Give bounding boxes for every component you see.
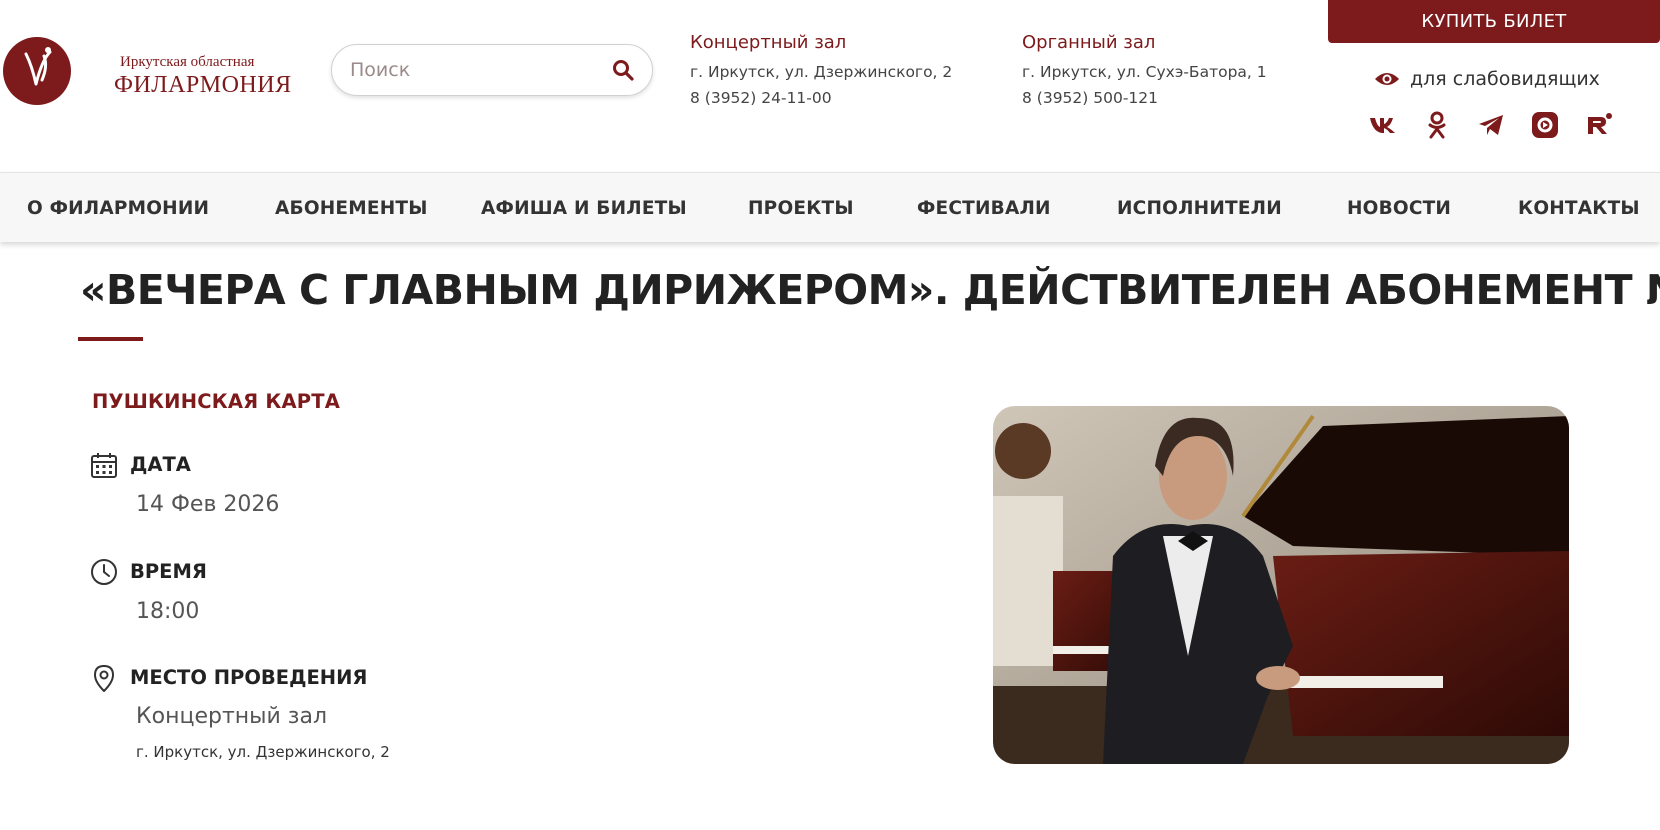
pianist-photo-image xyxy=(993,406,1569,764)
venue-address: г. Иркутск, ул. Сухэ-Батора, 1 xyxy=(1022,63,1267,81)
accessibility-toggle[interactable]: для слабовидящих xyxy=(1374,68,1600,90)
nav-item-projects[interactable]: ПРОЕКТЫ xyxy=(748,173,854,243)
nav-item-contacts[interactable]: КОНТАКТЫ xyxy=(1518,173,1640,243)
venue-phone[interactable]: 8 (3952) 500-121 xyxy=(1022,85,1267,111)
venue-name[interactable]: Концертный зал xyxy=(690,32,952,53)
logo-mark-icon xyxy=(3,37,71,105)
venue-name[interactable]: Органный зал xyxy=(1022,32,1267,53)
vk-icon[interactable] xyxy=(1366,108,1400,142)
site-header: Иркутская областная ФИЛАРМОНИЯ Концертны… xyxy=(0,0,1660,170)
search-input[interactable] xyxy=(350,59,610,81)
event-photo xyxy=(993,406,1569,764)
pushkin-card-link[interactable]: ПУШКИНСКАЯ КАРТА xyxy=(92,390,340,413)
place-address: г. Иркутск, ул. Дзержинского, 2 xyxy=(136,743,390,761)
nav-item-festivals[interactable]: ФЕСТИВАЛИ xyxy=(917,173,1051,243)
main-navigation: О ФИЛАРМОНИИ АБОНЕМЕНТЫ АФИША И БИЛЕТЫ П… xyxy=(0,172,1660,242)
place-label: МЕСТО ПРОВЕДЕНИЯ xyxy=(130,666,368,689)
calendar-icon xyxy=(91,453,117,478)
venue-phone[interactable]: 8 (3952) 24-11-00 xyxy=(690,85,952,111)
nav-item-subscriptions[interactable]: АБОНЕМЕНТЫ xyxy=(275,173,428,243)
logo-title: ФИЛАРМОНИЯ xyxy=(114,72,292,98)
logo-subtitle: Иркутская областная xyxy=(120,54,255,70)
telegram-icon[interactable] xyxy=(1474,108,1508,142)
time-value: 18:00 xyxy=(136,599,200,624)
nav-item-schedule-tickets[interactable]: АФИША И БИЛЕТЫ xyxy=(481,173,687,243)
location-pin-icon xyxy=(93,664,115,692)
rutube-icon[interactable] xyxy=(1582,108,1616,142)
dzen-icon[interactable] xyxy=(1528,108,1562,142)
eye-icon xyxy=(1375,73,1399,85)
title-underline xyxy=(78,337,143,341)
accessibility-label: для слабовидящих xyxy=(1410,68,1600,90)
venue-organ-hall: Органный зал г. Иркутск, ул. Сухэ-Батора… xyxy=(1022,32,1267,111)
social-links xyxy=(1366,108,1636,142)
venue-address: г. Иркутск, ул. Дзержинского, 2 xyxy=(690,63,953,81)
venue-concert-hall: Концертный зал г. Иркутск, ул. Дзержинск… xyxy=(690,32,952,111)
nav-item-about[interactable]: О ФИЛАРМОНИИ xyxy=(27,173,209,243)
nav-item-news[interactable]: НОВОСТИ xyxy=(1347,173,1451,243)
place-value[interactable]: Концертный зал xyxy=(136,704,327,729)
search-box xyxy=(331,44,653,96)
event-title: «ВЕЧЕРА С ГЛАВНЫМ ДИРИЖЕРОМ». ДЕЙСТВИТЕЛ… xyxy=(80,266,1660,314)
search-icon[interactable] xyxy=(610,57,636,83)
time-label: ВРЕМЯ xyxy=(130,560,207,583)
clock-icon xyxy=(91,559,117,585)
buy-ticket-button[interactable]: КУПИТЬ БИЛЕТ xyxy=(1328,0,1660,43)
nav-item-performers[interactable]: ИСПОЛНИТЕЛИ xyxy=(1117,173,1282,243)
logo-wordmark: Иркутская областная ФИЛАРМОНИЯ xyxy=(80,46,291,98)
philharmonic-logo[interactable]: Иркутская областная ФИЛАРМОНИЯ xyxy=(2,36,291,106)
date-label: ДАТА xyxy=(130,453,191,476)
date-value: 14 Фев 2026 xyxy=(136,492,280,517)
odnoklassniki-icon[interactable] xyxy=(1420,108,1454,142)
